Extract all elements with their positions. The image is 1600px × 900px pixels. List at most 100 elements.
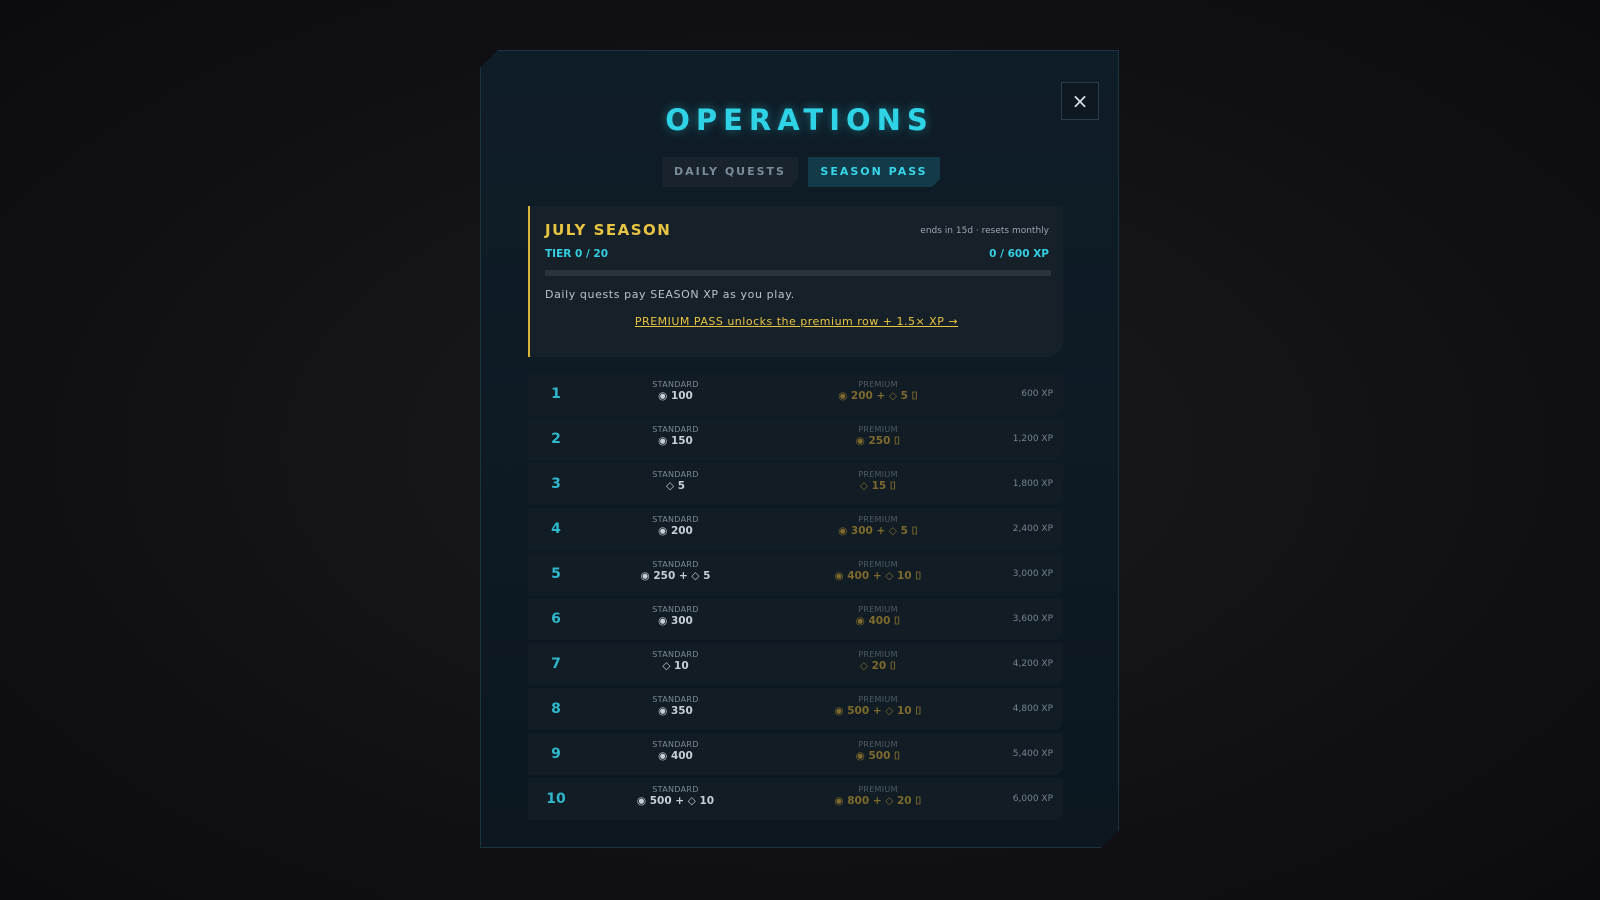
standard-reward-value: ◇ 5 (665, 480, 686, 492)
premium-label: PREMIUM (858, 740, 898, 749)
standard-reward[interactable]: STANDARD ◉ 150 (608, 425, 743, 447)
season-description: Daily quests pay SEASON XP as you play. (545, 288, 795, 301)
standard-label: STANDARD (652, 470, 699, 479)
standard-reward[interactable]: STANDARD ◉ 300 (608, 605, 743, 627)
standard-label: STANDARD (652, 605, 699, 614)
standard-label: STANDARD (652, 785, 699, 794)
premium-label: PREMIUM (858, 470, 898, 479)
premium-pass-link[interactable]: PREMIUM PASS unlocks the premium row + 1… (530, 315, 1063, 328)
tier-row[interactable]: 4 STANDARD ◉ 200 PREMIUM ◉ 300 + ◇ 5 ⌷ 2,400 … (528, 508, 1063, 550)
premium-reward-value: ◉ 400 + ◇ 10 ⌷ (834, 570, 922, 582)
standard-label: STANDARD (652, 560, 699, 569)
premium-reward-value: ◇ 20 ⌷ (859, 660, 897, 672)
tier-row[interactable]: 2 STANDARD ◉ 150 PREMIUM ◉ 250 ⌷ 1,200 XP (528, 418, 1063, 460)
premium-reward-value: ◉ 800 + ◇ 20 ⌷ (834, 795, 922, 807)
standard-label: STANDARD (652, 515, 699, 524)
season-meta: ends in 15d · resets monthly (920, 226, 1049, 236)
standard-label: STANDARD (652, 650, 699, 659)
standard-reward[interactable]: STANDARD ◇ 5 (608, 470, 743, 492)
standard-label: STANDARD (652, 695, 699, 704)
standard-reward-value: ◉ 150 (658, 435, 693, 447)
tier-row[interactable]: 9 STANDARD ◉ 400 PREMIUM ◉ 500 ⌷ 5,400 XP (528, 733, 1063, 775)
premium-label: PREMIUM (858, 425, 898, 434)
tier-number: 9 (551, 746, 561, 762)
tier-number: 7 (551, 656, 561, 672)
modal-title: OPERATIONS (665, 103, 934, 137)
tier-progress-label: TIER 0 / 20 (545, 248, 609, 260)
premium-reward[interactable]: PREMIUM ◉ 400 + ◇ 10 ⌷ (808, 560, 948, 583)
premium-label: PREMIUM (858, 560, 898, 569)
season-card: JULY SEASON ends in 15d · resets monthly… (528, 206, 1063, 357)
tab-daily-quests[interactable]: DAILY QUESTS (662, 157, 798, 187)
premium-reward[interactable]: PREMIUM ◉ 400 ⌷ (808, 605, 948, 628)
premium-label: PREMIUM (858, 650, 898, 659)
premium-reward[interactable]: PREMIUM ◉ 800 + ◇ 20 ⌷ (808, 785, 948, 808)
standard-reward[interactable]: STANDARD ◉ 400 (608, 740, 743, 762)
tier-xp-requirement: 2,400 XP (1012, 524, 1053, 534)
premium-reward[interactable]: PREMIUM ◉ 200 + ◇ 5 ⌷ (808, 380, 948, 403)
standard-reward-value: ◉ 300 (658, 615, 693, 627)
tier-row[interactable]: 7 STANDARD ◇ 10 PREMIUM ◇ 20 ⌷ 4,200 XP (528, 643, 1063, 685)
premium-reward[interactable]: PREMIUM ◉ 250 ⌷ (808, 425, 948, 448)
premium-reward[interactable]: PREMIUM ◉ 500 ⌷ (808, 740, 948, 763)
operations-modal: OPERATIONS × DAILY QUESTS SEASON PASS JU… (480, 50, 1119, 848)
standard-reward[interactable]: STANDARD ◉ 500 + ◇ 10 (608, 785, 743, 807)
standard-reward-value: ◉ 350 (658, 705, 693, 717)
standard-reward[interactable]: STANDARD ◉ 350 (608, 695, 743, 717)
premium-reward[interactable]: PREMIUM ◉ 500 + ◇ 10 ⌷ (808, 695, 948, 718)
standard-label: STANDARD (652, 740, 699, 749)
premium-reward-value: ◉ 300 + ◇ 5 ⌷ (838, 525, 918, 537)
tier-row[interactable]: 3 STANDARD ◇ 5 PREMIUM ◇ 15 ⌷ 1,800 XP (528, 463, 1063, 505)
standard-reward[interactable]: STANDARD ◉ 200 (608, 515, 743, 537)
tier-xp-requirement: 1,200 XP (1012, 434, 1053, 444)
tier-list: 1 STANDARD ◉ 100 PREMIUM ◉ 200 + ◇ 5 ⌷ 600 XP… (528, 373, 1063, 823)
tier-number: 5 (551, 566, 561, 582)
close-button[interactable]: × (1061, 82, 1099, 120)
standard-reward[interactable]: STANDARD ◉ 100 (608, 380, 743, 402)
premium-label: PREMIUM (858, 605, 898, 614)
premium-label: PREMIUM (858, 695, 898, 704)
standard-reward-value: ◉ 400 (658, 750, 693, 762)
standard-reward-value: ◉ 100 (658, 390, 693, 402)
tier-xp-requirement: 4,200 XP (1012, 659, 1053, 669)
tier-row[interactable]: 6 STANDARD ◉ 300 PREMIUM ◉ 400 ⌷ 3,600 XP (528, 598, 1063, 640)
premium-reward-value: ◉ 500 ⌷ (855, 750, 901, 762)
premium-reward[interactable]: PREMIUM ◇ 20 ⌷ (808, 650, 948, 673)
tier-row[interactable]: 8 STANDARD ◉ 350 PREMIUM ◉ 500 + ◇ 10 ⌷ 4,800… (528, 688, 1063, 730)
premium-reward[interactable]: PREMIUM ◇ 15 ⌷ (808, 470, 948, 493)
season-title: JULY SEASON (545, 221, 672, 239)
standard-label: STANDARD (652, 425, 699, 434)
tier-xp-requirement: 4,800 XP (1012, 704, 1053, 714)
premium-reward-value: ◉ 400 ⌷ (855, 615, 901, 627)
standard-label: STANDARD (652, 380, 699, 389)
premium-label: PREMIUM (858, 515, 898, 524)
tier-row[interactable]: 1 STANDARD ◉ 100 PREMIUM ◉ 200 + ◇ 5 ⌷ 600 XP (528, 373, 1063, 415)
premium-reward-value: ◉ 200 + ◇ 5 ⌷ (838, 390, 918, 402)
tier-number: 3 (551, 476, 561, 492)
tier-row[interactable]: 10 STANDARD ◉ 500 + ◇ 10 PREMIUM ◉ 800 + ◇ 2… (528, 778, 1063, 820)
tier-number: 4 (551, 521, 561, 537)
tier-number: 1 (551, 386, 561, 402)
premium-reward[interactable]: PREMIUM ◉ 300 + ◇ 5 ⌷ (808, 515, 948, 538)
premium-label: PREMIUM (858, 380, 898, 389)
tier-number: 8 (551, 701, 561, 717)
tier-number: 6 (551, 611, 561, 627)
tier-xp-requirement: 5,400 XP (1012, 749, 1053, 759)
tier-xp-requirement: 6,000 XP (1012, 794, 1053, 804)
tier-row[interactable]: 5 STANDARD ◉ 250 + ◇ 5 PREMIUM ◉ 400 + ◇ 10 … (528, 553, 1063, 595)
premium-reward-value: ◉ 250 ⌷ (855, 435, 901, 447)
season-progress-bar (545, 270, 1051, 276)
premium-reward-value: ◇ 15 ⌷ (859, 480, 897, 492)
tier-xp-requirement: 3,600 XP (1012, 614, 1053, 624)
standard-reward-value: ◇ 10 (662, 660, 689, 672)
tab-bar: DAILY QUESTS SEASON PASS (481, 157, 1118, 187)
standard-reward[interactable]: STANDARD ◇ 10 (608, 650, 743, 672)
standard-reward[interactable]: STANDARD ◉ 250 + ◇ 5 (608, 560, 743, 582)
tier-xp-requirement: 1,800 XP (1012, 479, 1053, 489)
xp-progress-label: 0 / 600 XP (989, 248, 1049, 260)
tier-xp-requirement: 600 XP (1021, 389, 1053, 399)
standard-reward-value: ◉ 250 + ◇ 5 (640, 570, 711, 582)
tier-number: 10 (546, 791, 566, 807)
tab-season-pass[interactable]: SEASON PASS (808, 157, 940, 187)
standard-reward-value: ◉ 200 (658, 525, 693, 537)
